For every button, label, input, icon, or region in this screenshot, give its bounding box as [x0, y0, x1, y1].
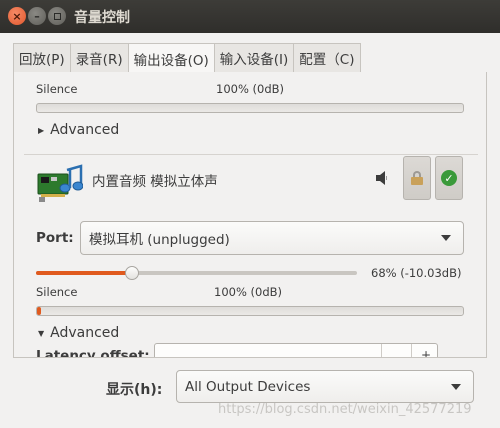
checkmark-icon: ✓: [441, 170, 457, 186]
dropdown-arrow-icon: [451, 383, 461, 390]
latency-label: Latency offset:: [36, 348, 150, 358]
spin-plus-icon[interactable]: +: [421, 348, 431, 357]
latency-spinbutton[interactable]: +: [154, 343, 438, 357]
lock-icon: [411, 171, 423, 185]
port-select[interactable]: 模拟耳机 (unplugged): [80, 221, 464, 255]
tab-input-devices[interactable]: 输入设备(I): [213, 43, 294, 73]
tab-output-devices[interactable]: 输出设备(O): [127, 43, 214, 74]
speaker-icon[interactable]: [376, 171, 388, 185]
meter-100-label: 100% (0dB): [216, 82, 285, 96]
maximize-icon: [53, 12, 61, 20]
set-default-toggle[interactable]: ✓: [435, 156, 463, 200]
show-devices-select[interactable]: All Output Devices: [176, 370, 474, 403]
tab-playback[interactable]: 回放(P): [13, 43, 70, 73]
minimize-icon: –: [34, 9, 40, 23]
volume-slider-track[interactable]: [36, 271, 357, 275]
tab-configuration[interactable]: 配置（C): [293, 43, 361, 73]
volume-slider-fill: [36, 271, 132, 275]
lock-channels-toggle[interactable]: [403, 156, 431, 200]
maximize-window-button[interactable]: [48, 7, 66, 25]
volume-readout: 68% (-10.03dB): [371, 266, 462, 280]
minimize-window-button[interactable]: –: [28, 7, 46, 25]
port-value: 模拟耳机 (unplugged): [89, 232, 230, 248]
tab-bar: 回放(P) 录音(R) 输出设备(O) 输入设备(I) 配置（C): [13, 43, 361, 74]
meter-silence-label-bottom: Silence: [36, 285, 78, 299]
close-window-button[interactable]: ×: [8, 7, 26, 25]
sound-card-icon: [37, 164, 83, 202]
advanced-expander[interactable]: ▶ Advanced: [38, 122, 119, 138]
watermark: https://blog.csdn.net/weixin_42577219: [218, 402, 472, 417]
close-icon: ×: [12, 9, 22, 23]
meter-100-label-bottom: 100% (0dB): [214, 285, 283, 299]
meter-silence-label: Silence: [36, 82, 78, 96]
window-title: 音量控制: [74, 10, 130, 26]
volume-slider-knob[interactable]: [125, 266, 139, 280]
peak-meter-bottom: [36, 306, 464, 316]
title-bar: × – 音量控制: [0, 0, 500, 33]
tab-recording[interactable]: 录音(R): [69, 43, 128, 73]
spin-divider: [411, 344, 412, 357]
advanced-label: Advanced: [50, 122, 120, 138]
spin-divider: [381, 344, 382, 357]
peak-meter-fill: [37, 307, 41, 315]
advanced-expander-bottom[interactable]: ▼ Advanced: [38, 325, 119, 341]
show-label: 显示(h):: [106, 382, 163, 398]
port-label: Port:: [36, 230, 74, 246]
device-row: 内置音频 模拟立体声 ✓ Port: 模拟耳机 (unplugged) 68% …: [14, 154, 486, 358]
output-devices-panel: Silence 100% (0dB) ▶ Advanced 内置音频 模拟立体声: [13, 72, 487, 358]
show-devices-value: All Output Devices: [185, 378, 311, 395]
advanced-label-bottom: Advanced: [50, 325, 120, 341]
device-name: 内置音频 模拟立体声: [92, 174, 218, 190]
peak-meter: [36, 103, 464, 113]
dropdown-arrow-icon: [441, 235, 451, 241]
collapse-arrow-icon: ▼: [38, 328, 45, 338]
expand-arrow-icon: ▶: [38, 125, 45, 135]
